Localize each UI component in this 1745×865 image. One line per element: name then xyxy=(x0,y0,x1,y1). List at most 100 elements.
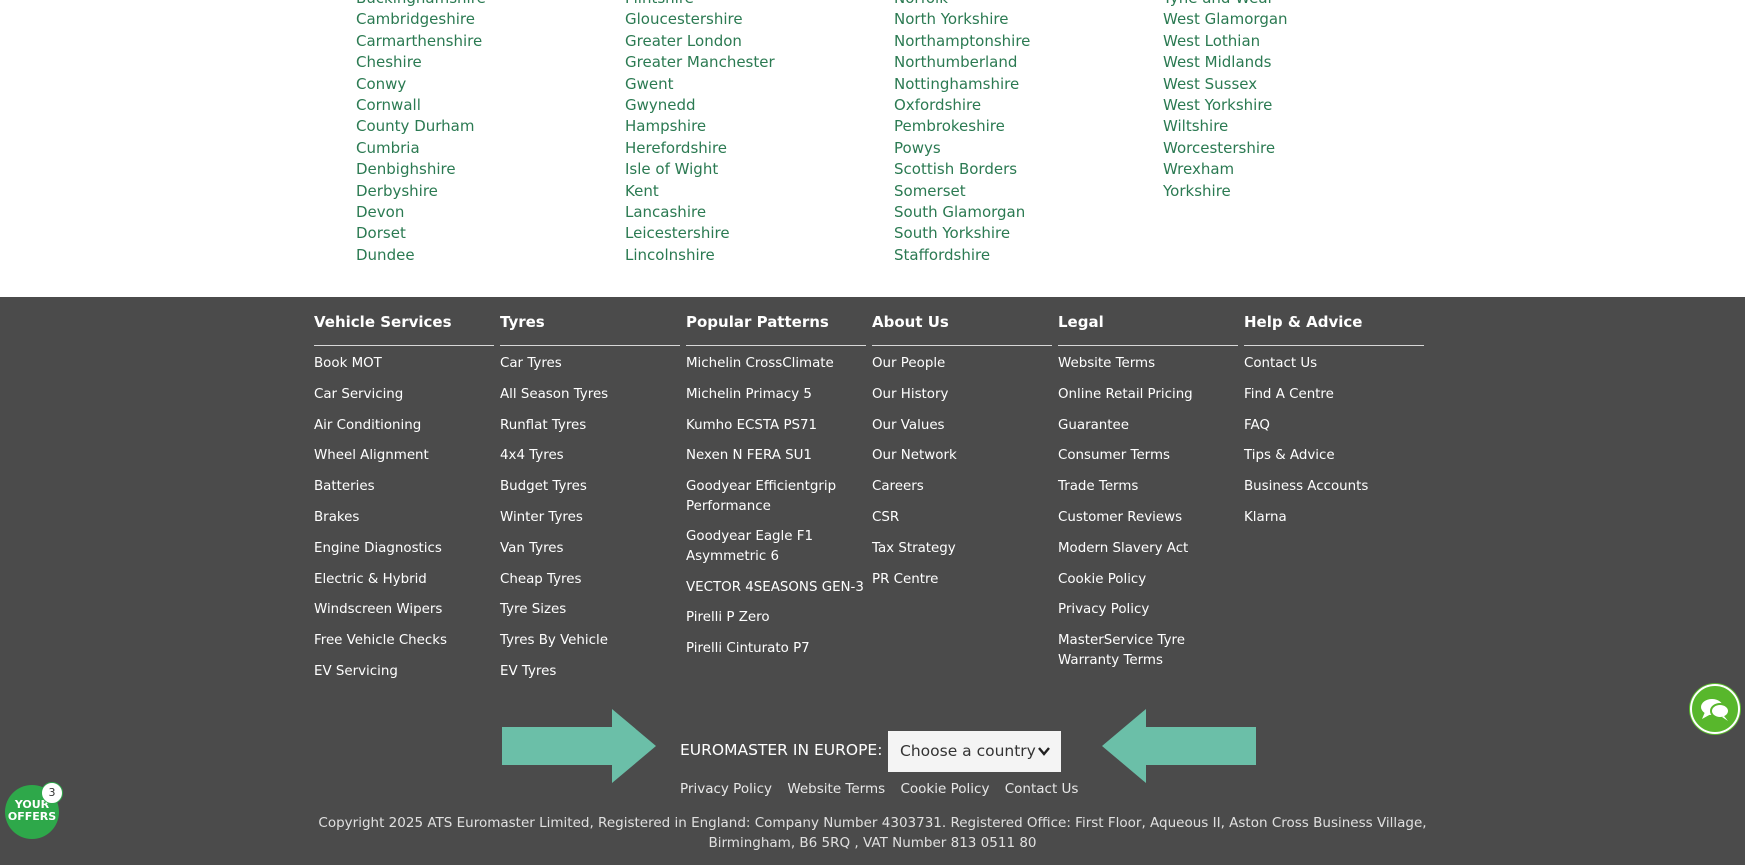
county-link-west-sussex[interactable]: West Sussex xyxy=(1163,74,1288,95)
county-link-somerset[interactable]: Somerset xyxy=(894,181,1030,202)
county-link-county-durham[interactable]: County Durham xyxy=(356,116,486,137)
county-link-isle-of-wight[interactable]: Isle of Wight xyxy=(625,159,775,180)
footer-link-van-tyres[interactable]: Van Tyres xyxy=(500,539,680,558)
footer-link-tips-and-advice[interactable]: Tips & Advice xyxy=(1244,446,1424,465)
county-link-wiltshire[interactable]: Wiltshire xyxy=(1163,116,1288,137)
footer-link-runflat-tyres[interactable]: Runflat Tyres xyxy=(500,416,680,435)
county-link-gwynedd[interactable]: Gwynedd xyxy=(625,95,775,116)
footer-link-michelin-crossclimate[interactable]: Michelin CrossClimate xyxy=(686,354,866,373)
footer-link-privacy-policy[interactable]: Privacy Policy xyxy=(1058,600,1238,619)
county-link-dundee[interactable]: Dundee xyxy=(356,245,486,266)
footer-link-cheap-tyres[interactable]: Cheap Tyres xyxy=(500,570,680,589)
footer-link-cookie-policy[interactable]: Cookie Policy xyxy=(1058,570,1238,589)
footer-link-tax-strategy[interactable]: Tax Strategy xyxy=(872,539,1052,558)
footer-link-our-network[interactable]: Our Network xyxy=(872,446,1052,465)
county-link-north-yorkshire[interactable]: North Yorkshire xyxy=(894,9,1030,30)
footer-link-consumer-terms[interactable]: Consumer Terms xyxy=(1058,446,1238,465)
county-link-cornwall[interactable]: Cornwall xyxy=(356,95,486,116)
footer-link-michelin-primacy-5[interactable]: Michelin Primacy 5 xyxy=(686,385,866,404)
county-link-dorset[interactable]: Dorset xyxy=(356,223,486,244)
footer-link-business-accounts[interactable]: Business Accounts xyxy=(1244,477,1424,496)
footer-link-4x4-tyres[interactable]: 4x4 Tyres xyxy=(500,446,680,465)
county-link-buckinghamshire[interactable]: Buckinghamshire xyxy=(356,0,486,9)
county-link-northumberland[interactable]: Northumberland xyxy=(894,52,1030,73)
county-link-cheshire[interactable]: Cheshire xyxy=(356,52,486,73)
county-link-tyne-and-wear[interactable]: Tyne and Wear xyxy=(1163,0,1288,9)
footer-link-trade-terms[interactable]: Trade Terms xyxy=(1058,477,1238,496)
footer-link-brakes[interactable]: Brakes xyxy=(314,508,494,527)
footer-link-kumho-ecsta-ps71[interactable]: Kumho ECSTA PS71 xyxy=(686,416,866,435)
county-link-hampshire[interactable]: Hampshire xyxy=(625,116,775,137)
county-link-denbighshire[interactable]: Denbighshire xyxy=(356,159,486,180)
county-link-lincolnshire[interactable]: Lincolnshire xyxy=(625,245,775,266)
footer-link-vector-4seasons-gen-3[interactable]: VECTOR 4SEASONS GEN-3 xyxy=(686,578,866,597)
county-link-yorkshire[interactable]: Yorkshire xyxy=(1163,181,1288,202)
county-link-conwy[interactable]: Conwy xyxy=(356,74,486,95)
footer-link-wheel-alignment[interactable]: Wheel Alignment xyxy=(314,446,494,465)
bottom-link-privacy-policy[interactable]: Privacy Policy xyxy=(680,781,772,797)
footer-link-all-season-tyres[interactable]: All Season Tyres xyxy=(500,385,680,404)
county-link-gloucestershire[interactable]: Gloucestershire xyxy=(625,9,775,30)
footer-link-our-people[interactable]: Our People xyxy=(872,354,1052,373)
footer-link-tyre-sizes[interactable]: Tyre Sizes xyxy=(500,600,680,619)
county-link-staffordshire[interactable]: Staffordshire xyxy=(894,245,1030,266)
footer-link-winter-tyres[interactable]: Winter Tyres xyxy=(500,508,680,527)
footer-link-electric-and-hybrid[interactable]: Electric & Hybrid xyxy=(314,570,494,589)
footer-link-batteries[interactable]: Batteries xyxy=(314,477,494,496)
county-link-south-yorkshire[interactable]: South Yorkshire xyxy=(894,223,1030,244)
footer-link-online-retail-pricing[interactable]: Online Retail Pricing xyxy=(1058,385,1238,404)
county-link-pembrokeshire[interactable]: Pembrokeshire xyxy=(894,116,1030,137)
county-link-worcestershire[interactable]: Worcestershire xyxy=(1163,138,1288,159)
county-link-cumbria[interactable]: Cumbria xyxy=(356,138,486,159)
footer-link-website-terms[interactable]: Website Terms xyxy=(1058,354,1238,373)
footer-link-faq[interactable]: FAQ xyxy=(1244,416,1424,435)
your-offers-button[interactable]: YOUR OFFERS 3 xyxy=(5,782,63,839)
county-link-oxfordshire[interactable]: Oxfordshire xyxy=(894,95,1030,116)
footer-link-book-mot[interactable]: Book MOT xyxy=(314,354,494,373)
footer-link-careers[interactable]: Careers xyxy=(872,477,1052,496)
footer-link-our-values[interactable]: Our Values xyxy=(872,416,1052,435)
county-link-flintshire[interactable]: Flintshire xyxy=(625,0,775,9)
county-link-lancashire[interactable]: Lancashire xyxy=(625,202,775,223)
bottom-link-website-terms[interactable]: Website Terms xyxy=(787,781,885,797)
county-link-greater-london[interactable]: Greater London xyxy=(625,31,775,52)
footer-link-our-history[interactable]: Our History xyxy=(872,385,1052,404)
footer-link-contact-us[interactable]: Contact Us xyxy=(1244,354,1424,373)
footer-link-pirelli-p-zero[interactable]: Pirelli P Zero xyxy=(686,608,866,627)
county-link-scottish-borders[interactable]: Scottish Borders xyxy=(894,159,1030,180)
footer-link-engine-diagnostics[interactable]: Engine Diagnostics xyxy=(314,539,494,558)
county-link-wrexham[interactable]: Wrexham xyxy=(1163,159,1288,180)
county-link-west-glamorgan[interactable]: West Glamorgan xyxy=(1163,9,1288,30)
county-link-norfolk[interactable]: Norfolk xyxy=(894,0,1030,9)
footer-link-free-vehicle-checks[interactable]: Free Vehicle Checks xyxy=(314,631,494,650)
county-link-west-yorkshire[interactable]: West Yorkshire xyxy=(1163,95,1288,116)
county-link-kent[interactable]: Kent xyxy=(625,181,775,202)
footer-link-csr[interactable]: CSR xyxy=(872,508,1052,527)
county-link-nottinghamshire[interactable]: Nottinghamshire xyxy=(894,74,1030,95)
footer-link-air-conditioning[interactable]: Air Conditioning xyxy=(314,416,494,435)
footer-link-klarna[interactable]: Klarna xyxy=(1244,508,1424,527)
county-link-derbyshire[interactable]: Derbyshire xyxy=(356,181,486,202)
footer-link-find-a-centre[interactable]: Find A Centre xyxy=(1244,385,1424,404)
county-link-west-midlands[interactable]: West Midlands xyxy=(1163,52,1288,73)
county-link-gwent[interactable]: Gwent xyxy=(625,74,775,95)
footer-link-guarantee[interactable]: Guarantee xyxy=(1058,416,1238,435)
footer-link-masterservice-tyre-warranty-terms[interactable]: MasterService Tyre Warranty Terms xyxy=(1058,631,1238,670)
live-chat-button[interactable] xyxy=(1690,684,1740,734)
footer-link-goodyear-efficientgrip-performance[interactable]: Goodyear Efficientgrip Performance xyxy=(686,477,866,516)
county-link-leicestershire[interactable]: Leicestershire xyxy=(625,223,775,244)
footer-link-budget-tyres[interactable]: Budget Tyres xyxy=(500,477,680,496)
county-link-northamptonshire[interactable]: Northamptonshire xyxy=(894,31,1030,52)
footer-link-pr-centre[interactable]: PR Centre xyxy=(872,570,1052,589)
county-link-greater-manchester[interactable]: Greater Manchester xyxy=(625,52,775,73)
county-link-powys[interactable]: Powys xyxy=(894,138,1030,159)
country-select[interactable]: Choose a country xyxy=(888,731,1061,772)
footer-link-ev-tyres[interactable]: EV Tyres xyxy=(500,662,680,681)
footer-link-tyres-by-vehicle[interactable]: Tyres By Vehicle xyxy=(500,631,680,650)
footer-link-car-servicing[interactable]: Car Servicing xyxy=(314,385,494,404)
footer-link-windscreen-wipers[interactable]: Windscreen Wipers xyxy=(314,600,494,619)
county-link-west-lothian[interactable]: West Lothian xyxy=(1163,31,1288,52)
bottom-link-cookie-policy[interactable]: Cookie Policy xyxy=(900,781,989,797)
footer-link-car-tyres[interactable]: Car Tyres xyxy=(500,354,680,373)
footer-link-modern-slavery-act[interactable]: Modern Slavery Act xyxy=(1058,539,1238,558)
